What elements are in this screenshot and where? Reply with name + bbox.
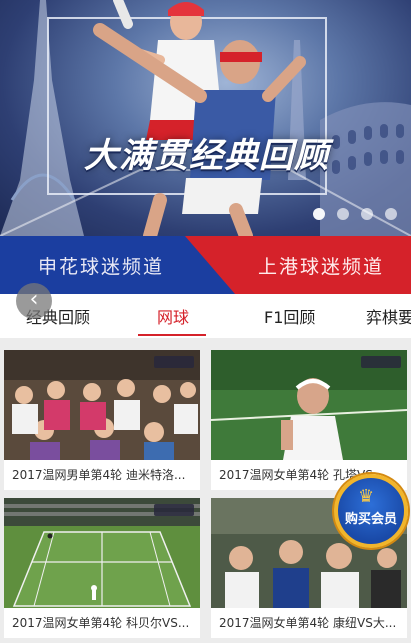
crown-icon: ♛ [358,486,375,507]
video-title: 2017温网女单第4轮 科贝尔VS... [12,616,190,630]
tab-f1-review[interactable]: F1回顾 [264,304,315,328]
video-card[interactable]: 2017温网男单第4轮 迪米特洛... [4,350,200,490]
buy-membership-label: 购买会员 [344,512,397,527]
carousel-dot[interactable] [385,208,397,220]
scoreboard-overlay [154,356,194,368]
carousel-dot[interactable] [313,208,325,220]
carousel-dot[interactable] [361,208,373,220]
category-tabs: 经典回顾 网球 F1回顾 弈棋要 [0,294,411,338]
channel-shenhua-link[interactable]: 申花球迷频道 [38,252,164,279]
hero-banner[interactable]: 大满贯经典回顾 [0,0,411,236]
hero-artwork [0,0,411,236]
app-screen: 大满贯经典回顾 申花球迷频道 上港球迷频道 经典回顾 网球 F1回顾 弈棋要 ‹ [0,0,411,643]
buy-membership-button[interactable]: ♛ 购买会员 [334,474,408,548]
channel-banner: 申花球迷频道 上港球迷频道 [0,236,411,294]
channel-shanggang-link[interactable]: 上港球迷频道 [258,252,384,279]
video-thumbnail[interactable] [4,350,200,460]
scoreboard-overlay [361,356,401,368]
video-title: 2017温网男单第4轮 迪米特洛... [12,468,186,482]
hero-title: 大满贯经典回顾 [84,136,329,176]
carousel-dot[interactable] [337,208,349,220]
tab-chess[interactable]: 弈棋要 [366,304,411,328]
carousel-indicators[interactable] [313,208,397,220]
video-thumbnail[interactable] [4,498,200,608]
tab-tennis[interactable]: 网球 [157,304,189,328]
scoreboard-overlay [154,504,194,516]
video-title: 2017温网女单第4轮 康纽VS大... [219,616,397,630]
video-thumbnail[interactable] [211,350,407,460]
video-card[interactable]: 2017温网女单第4轮 科贝尔VS... [4,498,200,638]
chevron-left-icon[interactable]: ‹ [16,283,52,319]
video-card[interactable]: 2017温网女单第4轮 孔塔VS... [211,350,407,490]
active-tab-underline [138,334,206,336]
